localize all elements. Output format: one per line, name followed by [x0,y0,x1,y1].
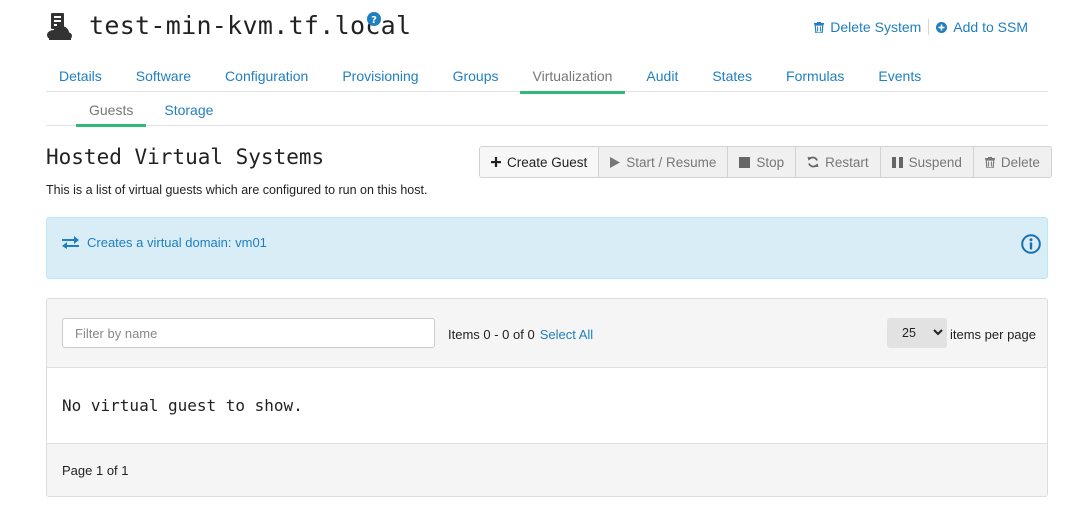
items-count-text: Items 0 - 0 of 0 [448,327,535,342]
restart-button[interactable]: Restart [796,147,881,177]
delete-system-label: Delete System [830,19,922,35]
tab-audit[interactable]: Audit [633,68,691,94]
exchange-icon [62,236,79,249]
items-per-page-value: 25 [902,326,916,340]
help-icon[interactable]: ? [367,12,381,26]
tab-virtualization[interactable]: Virtualization [519,68,626,94]
tab-software[interactable]: Software [123,68,204,94]
page-description: This is a list of virtual guests which a… [46,183,428,197]
trash-icon [814,21,825,33]
guest-actions-toolbar: Create Guest Start / Resume Stop Restart… [479,146,1052,178]
add-to-ssm-link[interactable]: Add to SSM [936,19,1028,35]
start-resume-button[interactable]: Start / Resume [599,147,729,177]
svg-text:?: ? [371,15,377,26]
tab-states[interactable]: States [699,68,765,94]
system-title: test-min-kvm.tf.local [89,11,412,40]
info-icon [1021,234,1041,259]
alert-message: Creates a virtual domain: vm01 [62,235,267,250]
header-actions: Delete System Add to SSM [814,19,1028,35]
plus-icon [491,157,501,167]
tab-events[interactable]: Events [865,68,934,94]
pause-icon [891,156,903,168]
divider [928,19,930,35]
items-count: Items 0 - 0 of 0 Select All [448,327,593,342]
filter-input[interactable] [62,318,435,348]
system-icon [46,12,74,42]
suspend-button[interactable]: Suspend [880,147,974,177]
empty-message: No virtual guest to show. [62,396,303,415]
subtab-storage[interactable]: Storage [151,102,226,127]
refresh-icon [807,156,819,168]
subtab-guests[interactable]: Guests [76,102,147,127]
virtualization-subtabs: Guests Storage [46,100,1048,127]
page-title: Hosted Virtual Systems [46,145,325,169]
restart-label: Restart [825,154,869,170]
delete-button[interactable]: Delete [973,147,1051,177]
trash-icon [984,156,995,168]
stop-icon [739,156,751,168]
delete-label: Delete [1000,154,1040,170]
create-guest-button[interactable]: Create Guest [480,147,600,177]
stop-button[interactable]: Stop [728,147,797,177]
chevron-down-icon [933,329,943,336]
guests-table-panel: Items 0 - 0 of 0 Select All 25 items per … [46,298,1048,497]
items-per-page-label: items per page [950,327,1036,342]
select-all-link[interactable]: Select All [540,327,593,342]
alert-text: Creates a virtual domain: vm01 [87,235,267,250]
create-guest-label: Create Guest [507,154,588,170]
tab-provisioning[interactable]: Provisioning [329,68,431,94]
play-icon [610,156,621,168]
system-tabs: Details Software Configuration Provision… [46,65,1048,94]
plus-circle-icon [936,21,948,33]
delete-system-link[interactable]: Delete System [814,19,921,35]
suspend-label: Suspend [908,154,962,170]
tab-formulas[interactable]: Formulas [773,68,857,94]
items-per-page-select[interactable]: 25 [887,318,947,348]
add-to-ssm-label: Add to SSM [953,19,1028,35]
tab-configuration[interactable]: Configuration [212,68,321,94]
tab-groups[interactable]: Groups [440,68,512,94]
table-footer: Page 1 of 1 [47,443,1047,496]
stop-label: Stop [756,154,785,170]
action-queue-alert: Creates a virtual domain: vm01 [46,217,1048,279]
table-header: Items 0 - 0 of 0 Select All 25 items per … [47,299,1047,368]
tab-details[interactable]: Details [46,68,115,94]
page-header: test-min-kvm.tf.local ? Delete System Ad… [46,8,1048,48]
start-resume-label: Start / Resume [626,154,717,170]
page-info: Page 1 of 1 [62,463,129,478]
